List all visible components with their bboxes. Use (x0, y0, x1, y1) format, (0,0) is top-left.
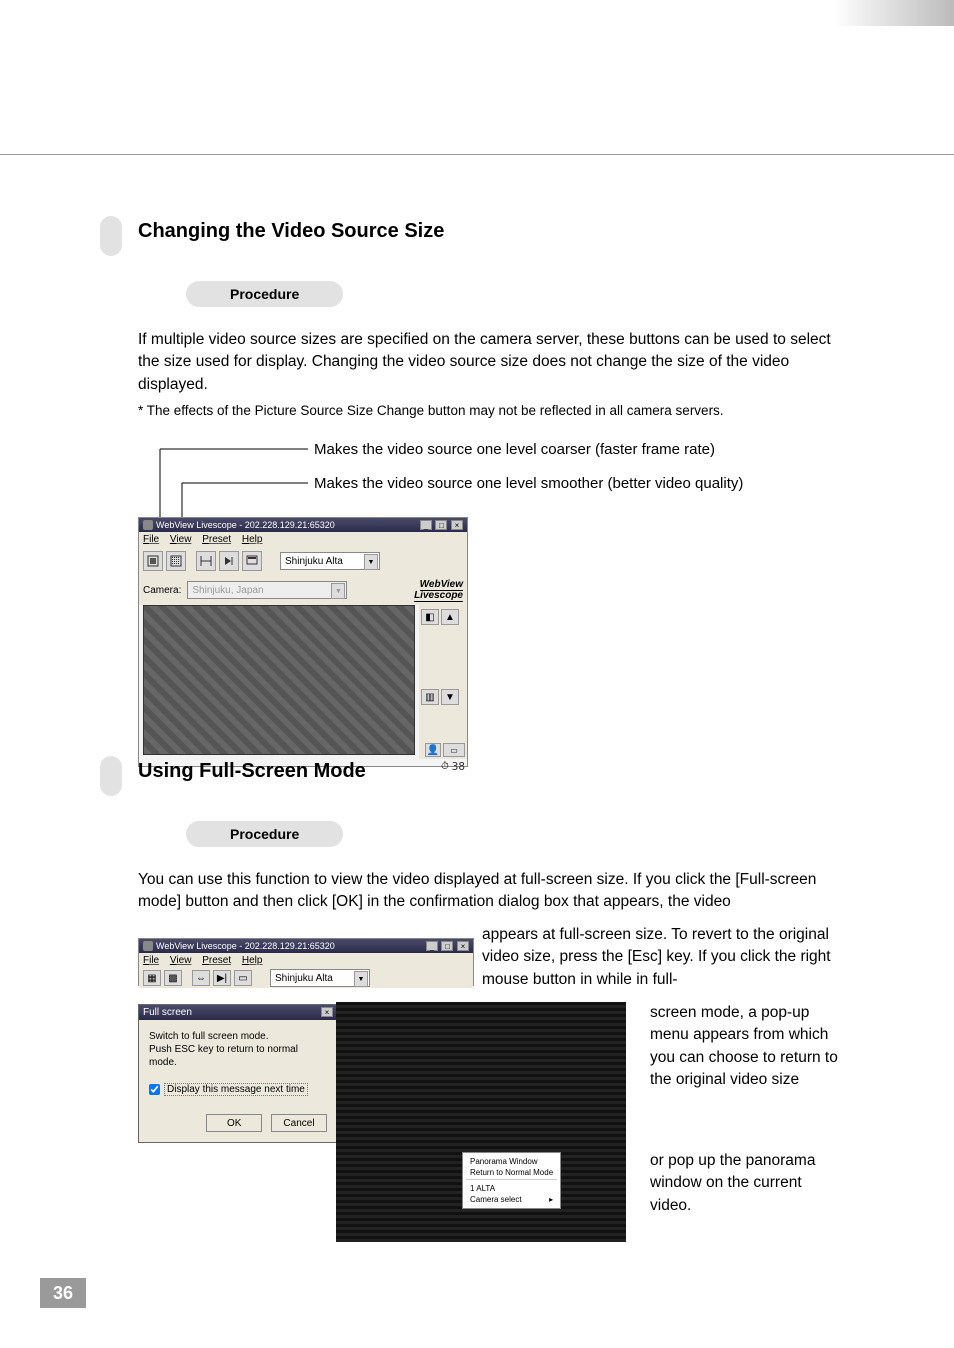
side-panel: ◧ ▲ ▥ ▼ 👤 ▭ ⏱ (419, 605, 467, 759)
ctx-return-normal[interactable]: Return to Normal Mode (466, 1167, 557, 1178)
toolbar: Shinjuku Alta (139, 547, 467, 575)
app-window-1: WebView Livescope - 202.228.129.21:65320… (138, 517, 468, 767)
menubar: File View Preset Help (139, 953, 473, 968)
minimize-button[interactable]: _ (420, 520, 432, 530)
ctx-panorama[interactable]: Panorama Window (466, 1156, 557, 1167)
ok-button[interactable]: OK (206, 1114, 262, 1132)
heading-text: Changing the Video Source Size (138, 220, 444, 242)
toolbar: ▦ ▩ ⇔ ▶| ▭ Shinjuku Alta (139, 968, 473, 988)
preset-dropdown[interactable]: Shinjuku Alta (280, 552, 380, 570)
coarser-button[interactable] (143, 551, 163, 571)
screenshot-app-1: WebView Livescope - 202.228.129.21:65320… (138, 517, 838, 767)
dialog-msg: Switch to full screen mode. Push ESC key… (149, 1030, 327, 1069)
side-btn-1[interactable]: ◧ (421, 609, 439, 625)
bullet-icon (100, 756, 122, 796)
dialog-buttons: OK Cancel (149, 1114, 327, 1132)
procedure-label: Procedure (186, 281, 343, 307)
menu-view[interactable]: View (170, 534, 192, 545)
maximize-button[interactable]: □ (441, 941, 453, 951)
close-button[interactable]: × (457, 941, 469, 951)
dialog-msg-line1: Switch to full screen mode. (149, 1030, 327, 1043)
title-text: WebView Livescope - 202.228.129.21:65320 (156, 941, 335, 951)
smoother-button[interactable] (166, 551, 186, 571)
header-gradient (834, 0, 954, 26)
menu-help[interactable]: Help (242, 534, 263, 545)
camera-value: Shinjuku, Japan (192, 585, 263, 596)
ctx-camera-select[interactable]: Camera select ▸ (466, 1194, 557, 1205)
tool-btn-3[interactable]: ⇔ (192, 970, 210, 986)
titlebar: WebView Livescope - 202.228.129.21:65320… (139, 518, 467, 532)
para-video-size: If multiple video source sizes are speci… (138, 329, 838, 396)
dialog-close-button[interactable]: × (321, 1007, 333, 1017)
checkbox-input[interactable] (149, 1084, 160, 1095)
dialog-msg-line2: Push ESC key to return to normal mode. (149, 1043, 327, 1069)
checkbox-label: Display this message next time (164, 1083, 308, 1096)
callout-coarser: Makes the video source one level coarser… (314, 441, 715, 458)
camera-row: Camera: Shinjuku, Japan WebViewLivescope (139, 575, 467, 605)
close-button[interactable]: × (451, 520, 463, 530)
cancel-button[interactable]: Cancel (271, 1114, 327, 1132)
fullscreen-button[interactable]: ▭ (234, 970, 252, 986)
fullscreen-video: Panorama Window Return to Normal Mode 1 … (336, 1002, 626, 1242)
para-fullscreen-1: You can use this function to view the vi… (138, 869, 838, 914)
app-icon (143, 520, 153, 530)
person-icon[interactable]: 👤 (425, 743, 441, 757)
tool-btn-4[interactable] (219, 551, 239, 571)
menu-preset[interactable]: Preset (202, 534, 231, 545)
maximize-button[interactable]: □ (435, 520, 447, 530)
tool-btn-4[interactable]: ▶| (213, 970, 231, 986)
preset-value: Shinjuku Alta (275, 973, 333, 984)
video-area (143, 605, 415, 755)
heading-text: Using Full-Screen Mode (138, 760, 366, 782)
webview-logo: WebViewLivescope (414, 579, 463, 601)
camera-dropdown[interactable]: Shinjuku, Japan (187, 581, 347, 599)
side-up-button[interactable]: ▲ (441, 609, 459, 625)
dialog-body: Switch to full screen mode. Push ESC key… (139, 1020, 337, 1142)
app-window-2: WebView Livescope - 202.228.129.21:65320… (138, 938, 474, 986)
smoother-button[interactable]: ▩ (164, 970, 182, 986)
menu-file[interactable]: File (143, 534, 159, 545)
title-text: WebView Livescope - 202.228.129.21:65320 (156, 520, 335, 530)
window-buttons: _ □ × (425, 941, 469, 951)
callout-smoother: Makes the video source one level smoothe… (314, 475, 743, 492)
note-video-size: * The effects of the Picture Source Size… (138, 402, 838, 421)
menubar: File View Preset Help (139, 532, 467, 547)
side-down-button[interactable]: ▼ (441, 689, 459, 705)
context-menu[interactable]: Panorama Window Return to Normal Mode 1 … (462, 1152, 561, 1209)
header-divider (0, 154, 954, 155)
coarser-button[interactable]: ▦ (143, 970, 161, 986)
titlebar: WebView Livescope - 202.228.129.21:65320… (139, 939, 473, 953)
fullscreen-dialog: Full screen × Switch to full screen mode… (138, 1004, 338, 1143)
heading-fullscreen: Using Full-Screen Mode (138, 760, 838, 783)
section-fullscreen: Using Full-Screen Mode Procedure You can… (138, 760, 838, 920)
preset-dropdown[interactable]: Shinjuku Alta (270, 969, 370, 987)
minimize-button[interactable]: _ (426, 941, 438, 951)
display-next-time-checkbox[interactable]: Display this message next time (149, 1083, 327, 1096)
tool-btn-3[interactable] (196, 551, 216, 571)
app-icon (143, 941, 153, 951)
dialog-titlebar: Full screen × (139, 1005, 337, 1020)
page: Changing the Video Source Size Procedure… (0, 0, 954, 1348)
menu-file[interactable]: File (143, 955, 159, 966)
dialog-title: Full screen (143, 1007, 192, 1018)
window-buttons: _ □ × (419, 520, 463, 530)
para-fullscreen-3: screen mode, a pop-up menu appears from … (650, 1002, 840, 1092)
ctx-preset-1[interactable]: 1 ALTA (466, 1183, 557, 1194)
para-fullscreen-2: appears at full-screen size. To revert t… (482, 924, 838, 991)
preset-value: Shinjuku Alta (285, 556, 343, 567)
bullet-icon (100, 216, 122, 256)
menu-help[interactable]: Help (242, 955, 263, 966)
procedure-label: Procedure (186, 821, 343, 847)
fullscreen-button[interactable] (242, 551, 262, 571)
menu-preset[interactable]: Preset (202, 955, 231, 966)
menu-view[interactable]: View (170, 955, 192, 966)
heading-video-size: Changing the Video Source Size (138, 220, 838, 243)
callouts: Makes the video source one level coarser… (138, 439, 838, 509)
side-btn-2[interactable]: ▥ (421, 689, 439, 705)
section-video-size: Changing the Video Source Size Procedure… (138, 220, 838, 767)
camera-label: Camera: (143, 585, 181, 596)
page-number: 36 (40, 1278, 86, 1308)
bar-icon[interactable]: ▭ (443, 743, 465, 757)
para-fullscreen-4: or pop up the panorama window on the cur… (650, 1150, 840, 1217)
